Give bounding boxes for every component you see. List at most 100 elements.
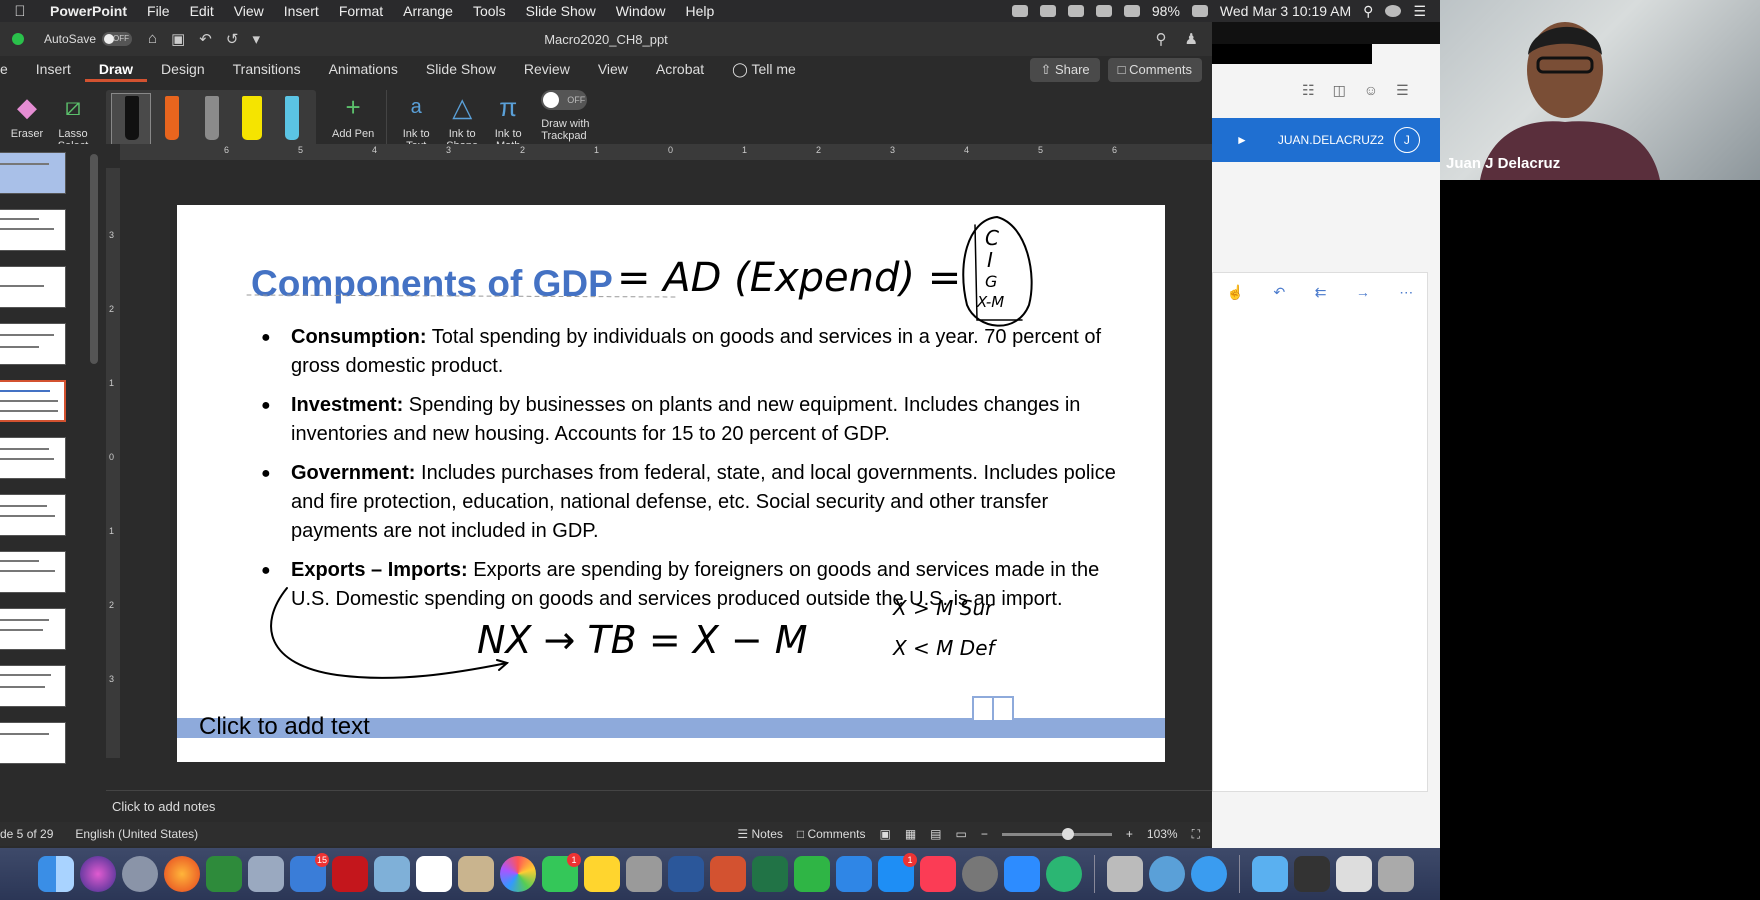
photos-icon[interactable] bbox=[500, 856, 536, 892]
menu-icon[interactable]: ☰ bbox=[1396, 82, 1409, 99]
slide-title[interactable]: Components of GDP bbox=[251, 263, 613, 305]
firefox-icon[interactable] bbox=[164, 856, 200, 892]
slide-thumbnail[interactable] bbox=[0, 551, 66, 593]
app-store-icon[interactable]: 1 bbox=[878, 853, 917, 892]
files-icon[interactable] bbox=[626, 856, 662, 892]
music-icon[interactable] bbox=[920, 856, 956, 892]
zoom-level[interactable]: 103% bbox=[1147, 827, 1178, 841]
lasso-select-button[interactable]: ⧄ Lasso Select bbox=[50, 90, 96, 152]
tab-home[interactable]: e bbox=[0, 56, 22, 82]
search-icon[interactable]: ⚲ bbox=[1156, 30, 1167, 48]
menu-file[interactable]: File bbox=[137, 3, 180, 19]
more-icon[interactable]: ⋯ bbox=[1399, 284, 1413, 301]
safari-icon[interactable] bbox=[1191, 856, 1227, 892]
tab-slide-show[interactable]: Slide Show bbox=[412, 56, 510, 82]
messages-icon[interactable]: 1 bbox=[542, 853, 581, 892]
keynote-icon[interactable] bbox=[836, 856, 872, 892]
menu-help[interactable]: Help bbox=[676, 3, 725, 19]
slideshow-view-icon[interactable]: ▭ bbox=[956, 827, 967, 841]
tab-acrobat[interactable]: Acrobat bbox=[642, 56, 718, 82]
reply-all-icon[interactable]: ⇇ bbox=[1315, 284, 1327, 301]
pen-gray[interactable] bbox=[192, 94, 230, 144]
siri-dock-icon[interactable] bbox=[80, 856, 116, 892]
notes-toggle[interactable]: ☰ Notes bbox=[737, 827, 782, 841]
zoom-slider-knob[interactable] bbox=[1061, 827, 1074, 840]
bi-icon[interactable] bbox=[1039, 5, 1056, 17]
notes-app-icon[interactable] bbox=[584, 856, 620, 892]
menubar-clock[interactable]: Wed Mar 3 10:19 AM bbox=[1220, 3, 1351, 19]
comments-button[interactable]: □ Comments bbox=[1107, 58, 1202, 82]
slide-thumbnail[interactable] bbox=[0, 722, 66, 764]
sync-icon[interactable] bbox=[1067, 5, 1084, 17]
word-icon[interactable] bbox=[668, 856, 704, 892]
like-icon[interactable]: ☝ bbox=[1227, 284, 1244, 301]
notes-pane[interactable]: Click to add notes bbox=[106, 790, 1212, 820]
numbers-icon[interactable] bbox=[794, 856, 830, 892]
sidebar-icon[interactable]: ◫ bbox=[1333, 82, 1346, 99]
slide-thumbnail[interactable] bbox=[0, 266, 66, 308]
save-icon[interactable]: ▣ bbox=[171, 30, 185, 48]
thumbnail-scrollbar[interactable] bbox=[90, 154, 98, 364]
trackpad-toggle[interactable]: OFF bbox=[541, 90, 588, 110]
system-preferences-icon[interactable] bbox=[962, 856, 998, 892]
window-preview-icon[interactable] bbox=[1336, 856, 1372, 892]
pen-black[interactable] bbox=[111, 93, 151, 145]
chat-icon[interactable] bbox=[1046, 856, 1082, 892]
menu-window[interactable]: Window bbox=[606, 3, 676, 19]
ink-to-math-button[interactable]: π Ink to Math bbox=[485, 90, 531, 153]
ink-to-text-button[interactable]: a Ink to Text bbox=[393, 90, 439, 153]
zoom-out-icon[interactable]: − bbox=[981, 827, 988, 841]
tab-review[interactable]: Review bbox=[510, 56, 584, 82]
footer-placeholder[interactable]: Click to add text bbox=[199, 713, 370, 741]
slide-body[interactable]: Consumption: Total spending by individua… bbox=[261, 323, 1121, 624]
cloud-icon[interactable] bbox=[1095, 5, 1112, 17]
fit-to-window-icon[interactable]: ⛶ bbox=[1192, 827, 1200, 842]
undo-icon[interactable]: ↶ bbox=[199, 30, 212, 48]
user-avatar[interactable]: J bbox=[1393, 127, 1420, 153]
battery-icon[interactable] bbox=[1191, 5, 1208, 17]
forward-icon[interactable]: → bbox=[1356, 284, 1370, 301]
menu-slide-show[interactable]: Slide Show bbox=[516, 3, 606, 19]
screen-recording-icon[interactable] bbox=[1294, 856, 1330, 892]
recent-app-icon[interactable] bbox=[1149, 856, 1185, 892]
utility-icon[interactable] bbox=[458, 856, 494, 892]
add-pen-button[interactable]: + Add Pen bbox=[326, 90, 380, 141]
slide-thumbnail[interactable] bbox=[0, 152, 66, 194]
excel-icon[interactable] bbox=[752, 856, 788, 892]
launchpad-icon[interactable] bbox=[122, 856, 158, 892]
customize-toolbar-icon[interactable]: ▾ bbox=[252, 30, 260, 48]
slide-thumbnail[interactable] bbox=[0, 209, 66, 251]
menu-arrange[interactable]: Arrange bbox=[393, 3, 463, 19]
zoom-app-icon[interactable] bbox=[1004, 856, 1040, 892]
tab-design[interactable]: Design bbox=[147, 56, 219, 82]
slide-thumbnail[interactable] bbox=[0, 608, 66, 650]
wifi-icon[interactable] bbox=[1123, 5, 1140, 17]
finder-icon[interactable] bbox=[38, 856, 74, 892]
menu-app-name[interactable]: PowerPoint bbox=[40, 3, 137, 19]
battery-percent[interactable]: 98% bbox=[1152, 3, 1180, 19]
slide-thumbnail-pane[interactable] bbox=[0, 152, 92, 776]
share-button[interactable]: ⇧ Share bbox=[1030, 58, 1100, 82]
redo-icon[interactable]: ↺ bbox=[226, 30, 239, 48]
tab-animations[interactable]: Animations bbox=[315, 56, 412, 82]
normal-view-icon[interactable]: ▣ bbox=[879, 827, 890, 841]
creative-cloud-icon[interactable] bbox=[1011, 5, 1028, 17]
home-icon[interactable]: ⌂ bbox=[148, 30, 157, 48]
pen-orange[interactable] bbox=[152, 94, 190, 144]
share-person-icon[interactable]: ♟ bbox=[1185, 30, 1198, 48]
preview-icon[interactable] bbox=[374, 856, 410, 892]
megaphone-icon[interactable]: ► bbox=[1236, 133, 1248, 147]
screenshots-icon[interactable] bbox=[1107, 856, 1143, 892]
slide-canvas[interactable]: Components of GDP Consumption: Total spe… bbox=[177, 205, 1165, 762]
reading-view-icon[interactable]: ▤ bbox=[930, 827, 941, 841]
slide-thumbnail[interactable] bbox=[0, 665, 66, 707]
maps-icon[interactable] bbox=[206, 856, 242, 892]
slide-thumbnail[interactable] bbox=[0, 494, 66, 536]
ink-to-shape-button[interactable]: △ Ink to Shape bbox=[439, 90, 485, 153]
menu-tools[interactable]: Tools bbox=[463, 3, 516, 19]
menu-view[interactable]: View bbox=[224, 3, 274, 19]
spotlight-icon[interactable]: ⚲ bbox=[1363, 3, 1373, 20]
siri-icon[interactable] bbox=[1385, 5, 1402, 17]
autosave-toggle[interactable]: OFF bbox=[102, 32, 133, 46]
comments-toggle[interactable]: □ Comments bbox=[797, 827, 866, 841]
